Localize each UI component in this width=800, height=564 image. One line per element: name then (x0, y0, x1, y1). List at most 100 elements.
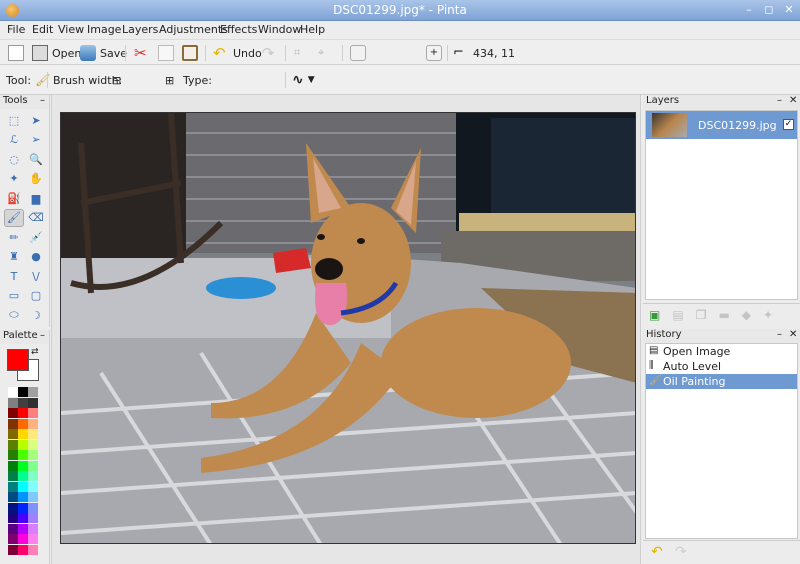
deselect-button[interactable]: ⌖ (318, 43, 334, 63)
palette-swatch[interactable] (8, 502, 18, 513)
palette-swatch[interactable] (28, 397, 38, 408)
menu-window[interactable]: Window (258, 23, 301, 36)
layer-visibility-checkbox[interactable]: ✓ (783, 119, 794, 130)
swap-colors-icon[interactable]: ⇄ (31, 347, 39, 357)
palette-swatch[interactable] (8, 534, 18, 544)
zoom-in-button[interactable]: + (426, 43, 442, 63)
palette-swatch[interactable] (8, 481, 18, 492)
menu-help[interactable]: Help (300, 23, 325, 36)
palette-swatch[interactable] (18, 471, 28, 481)
add-layer-icon[interactable]: ▣ (649, 308, 660, 322)
tool-line-curve[interactable]: \/ (26, 267, 46, 285)
palette-swatch[interactable] (28, 513, 38, 523)
minimize-button[interactable]: – (742, 3, 756, 17)
tool-rounded-rectangle[interactable]: ▢ (26, 287, 46, 305)
layer-row[interactable]: DSC01299.jpg ✓ (646, 111, 797, 139)
palette-swatch[interactable] (28, 502, 38, 513)
crop-to-selection-button[interactable]: ⌗ (294, 43, 310, 63)
paste-button[interactable] (182, 43, 198, 63)
palette-swatch[interactable] (18, 450, 28, 460)
palette-swatch[interactable] (28, 429, 38, 439)
palette-swatch[interactable] (28, 534, 38, 544)
tool-ellipse-select[interactable]: ◌ (4, 150, 24, 168)
panel-minimize-button[interactable]: – (40, 95, 45, 106)
cut-button[interactable]: ✂ (134, 43, 150, 63)
image-canvas[interactable] (60, 112, 636, 544)
palette-swatch[interactable] (8, 513, 18, 523)
menu-edit[interactable]: Edit (32, 23, 53, 36)
palette-swatch[interactable] (8, 387, 18, 397)
palette-swatch[interactable] (18, 429, 28, 439)
history-item[interactable]: ▤ Open Image (646, 344, 797, 359)
palette-swatch[interactable] (28, 471, 38, 481)
palette-swatch[interactable] (18, 408, 28, 418)
tool-text[interactable]: T (4, 267, 24, 285)
redo-button[interactable]: ↷ (262, 43, 278, 63)
tool-pencil[interactable]: ✏ (4, 228, 24, 246)
panel-close-button[interactable]: ✕ (789, 95, 797, 106)
tool-magic-wand[interactable]: ✦ (4, 170, 24, 188)
palette-swatch[interactable] (28, 523, 38, 534)
primary-color-swatch[interactable] (7, 349, 29, 371)
move-layer-up-icon[interactable]: ◆ (742, 308, 751, 322)
palette-swatch[interactable] (18, 418, 28, 429)
tool-paintbrush[interactable]: 🖌 (4, 208, 24, 227)
panel-close-button[interactable]: ✕ (789, 329, 797, 340)
menu-image[interactable]: Image (87, 23, 121, 36)
tool-paint-bucket[interactable]: ⛽ (4, 189, 24, 207)
palette-swatch[interactable] (28, 492, 38, 502)
brush-width-increase-button[interactable]: ⊞ (165, 70, 174, 90)
palette-swatch[interactable] (8, 439, 18, 450)
palette-swatch[interactable] (18, 481, 28, 492)
palette-swatch[interactable] (8, 429, 18, 439)
tool-move-selection[interactable]: ➢ (26, 131, 46, 149)
palette-swatch[interactable] (18, 387, 28, 397)
undo-button[interactable]: ↶ Undo (213, 43, 262, 63)
menu-view[interactable]: View (58, 23, 84, 36)
save-button[interactable]: Save (80, 43, 127, 63)
tool-rectangle-select[interactable]: ⬚ (4, 111, 24, 129)
palette-swatch[interactable] (28, 450, 38, 460)
palette-swatch[interactable] (28, 418, 38, 429)
palette-swatch[interactable] (18, 492, 28, 502)
palette-swatch[interactable] (18, 523, 28, 534)
palette-swatch[interactable] (8, 544, 18, 555)
tool-rectangle[interactable]: ▭ (4, 287, 24, 305)
zoom-out-button[interactable] (350, 43, 366, 63)
history-item-selected[interactable]: 🖌 Oil Painting (646, 374, 797, 389)
menu-layers[interactable]: Layers (122, 23, 158, 36)
palette-swatch[interactable] (18, 534, 28, 544)
palette-swatch[interactable] (8, 460, 18, 471)
menu-adjustments[interactable]: Adjustments (159, 23, 228, 36)
tool-lasso-select[interactable]: ℒ (4, 131, 24, 149)
antialiasing-dropdown[interactable]: ∿ ▼ (292, 70, 315, 90)
canvas-area[interactable] (51, 95, 641, 564)
tool-gradient[interactable]: ▆ (26, 189, 46, 207)
palette-swatch[interactable] (8, 450, 18, 460)
new-button[interactable] (8, 43, 24, 63)
tool-ellipse[interactable]: ⬭ (4, 306, 24, 324)
palette-swatch[interactable] (28, 481, 38, 492)
palette-swatch[interactable] (28, 408, 38, 418)
tool-clone-stamp[interactable]: ♜ (4, 248, 24, 266)
merge-layer-down-icon[interactable]: ▬ (718, 308, 729, 322)
panel-minimize-button[interactable]: – (777, 95, 782, 106)
palette-swatch[interactable] (18, 460, 28, 471)
palette-swatch[interactable] (18, 439, 28, 450)
tool-move-selected[interactable]: ➤ (26, 111, 46, 129)
menu-file[interactable]: File (7, 23, 25, 36)
tool-zoom[interactable]: 🔍 (26, 150, 46, 168)
palette-swatch[interactable] (28, 439, 38, 450)
open-button[interactable]: Open (32, 43, 81, 63)
history-item[interactable]: ⫼ Auto Level (646, 359, 797, 374)
palette-swatch[interactable] (8, 418, 18, 429)
palette-swatch[interactable] (18, 502, 28, 513)
history-redo-icon[interactable]: ↷ (675, 544, 687, 560)
palette-swatch[interactable] (28, 460, 38, 471)
tool-freeform-shape[interactable]: ☽ (26, 306, 46, 324)
delete-layer-icon[interactable]: ▤ (672, 308, 683, 322)
close-button[interactable]: ✕ (782, 3, 796, 17)
panel-minimize-button[interactable]: – (777, 329, 782, 340)
tool-eraser[interactable]: ⌫ (26, 209, 46, 227)
palette-swatch[interactable] (18, 513, 28, 523)
